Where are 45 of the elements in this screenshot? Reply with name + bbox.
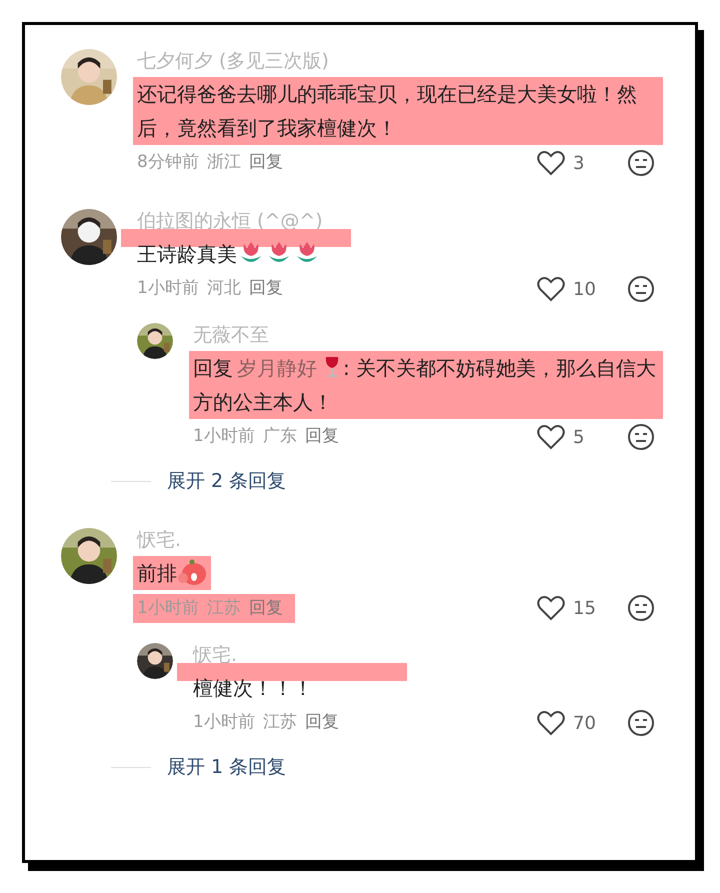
reply-link[interactable]: 回复 xyxy=(248,150,283,176)
comment-time: 1小时前 xyxy=(137,277,199,300)
comment-region: 江苏 xyxy=(206,596,241,620)
comment-region: 广东 xyxy=(262,425,297,448)
heart-icon[interactable] xyxy=(537,710,565,736)
mention-link[interactable]: 岁月静好 xyxy=(237,356,317,380)
comment-time: 1小时前 xyxy=(137,596,199,620)
expand-replies-link[interactable]: 展开 1 条回复 xyxy=(167,753,286,782)
unamused-face-icon[interactable] xyxy=(627,275,655,303)
comment-author[interactable]: 恹宅. xyxy=(137,528,659,552)
comment-text: 檀健次！！！ xyxy=(193,675,313,702)
unamused-face-icon[interactable] xyxy=(627,709,655,737)
unamused-face-icon[interactable] xyxy=(627,149,655,177)
heart-icon[interactable] xyxy=(537,424,565,450)
comment-time: 1小时前 xyxy=(193,425,255,448)
reply-link[interactable]: 回复 xyxy=(304,424,339,450)
comment-author[interactable]: 七夕何夕 (多见三次版) xyxy=(137,49,659,73)
comment-text: 前排 xyxy=(133,556,211,590)
comment-region: 河北 xyxy=(206,277,241,300)
comment-text: 王诗龄真美 xyxy=(137,237,321,271)
sticker-icon xyxy=(177,558,207,586)
heart-icon[interactable] xyxy=(537,150,565,176)
like-count: 15 xyxy=(573,596,596,621)
like-count: 3 xyxy=(573,152,584,176)
heart-icon[interactable] xyxy=(537,276,565,302)
wine-glass-icon xyxy=(323,356,341,378)
heart-icon[interactable] xyxy=(537,595,565,622)
expand-replies-link[interactable]: 展开 2 条回复 xyxy=(167,467,286,496)
comment-text: 还记得爸爸去哪儿的乖乖宝贝，现在已经是大美女啦！然后，竟然看到了我家檀健次！ xyxy=(133,77,663,145)
comment-time: 8分钟前 xyxy=(137,151,199,174)
like-count: 5 xyxy=(573,426,584,450)
unamused-face-icon[interactable] xyxy=(627,594,655,622)
comment-author[interactable]: 恹宅. xyxy=(193,643,659,667)
reply-link[interactable]: 回复 xyxy=(304,710,339,736)
comment-author[interactable]: 伯拉图的永恒 (^@^) xyxy=(137,209,659,233)
like-count: 10 xyxy=(573,278,596,302)
comment-region: 江苏 xyxy=(262,711,297,734)
unamused-face-icon[interactable] xyxy=(627,423,655,451)
reply-link[interactable]: 回复 xyxy=(248,276,283,302)
comment-author[interactable]: 无薇不至 xyxy=(193,323,659,347)
comment-region: 浙江 xyxy=(206,151,241,174)
like-count: 70 xyxy=(573,712,596,736)
comment-text: 回复 岁月静好 : 关不关都不妨碍她美，那么自信大方的公主本人！ xyxy=(189,351,663,419)
comment-time: 1小时前 xyxy=(193,711,255,734)
reply-link[interactable]: 回复 xyxy=(248,596,283,621)
